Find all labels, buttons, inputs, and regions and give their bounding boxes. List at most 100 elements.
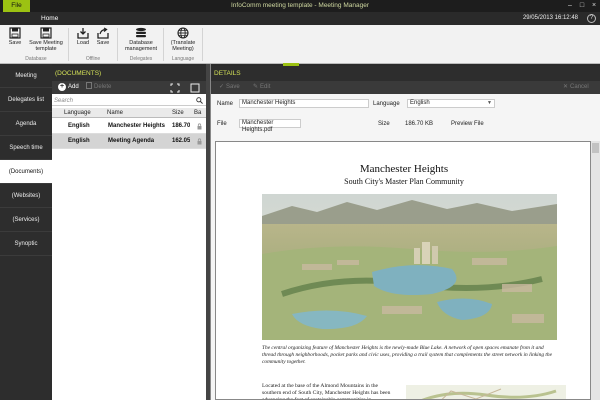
scrollbar-thumb[interactable] — [592, 143, 599, 153]
window-icon[interactable] — [190, 82, 202, 93]
ribbon: Save Save Meeting template Load Save Dat… — [0, 25, 600, 64]
map-thumbnail-image — [406, 385, 566, 399]
menu-bar: Home 29/05/2013 16:12:48 ? — [0, 12, 600, 25]
group-delegates-label: Delegates — [129, 56, 153, 62]
cancel-icon: ✕ — [563, 84, 569, 90]
ribbon-separator — [68, 28, 69, 61]
offline-save-button[interactable]: Save — [93, 27, 113, 46]
cancel-details-button[interactable]: ✕ Cancel — [563, 82, 589, 93]
details-toolbar: ✓ Save ✎ Edit ✕ Cancel — [211, 81, 600, 94]
db-mgmt-label: Database management — [124, 40, 158, 52]
add-document-button[interactable]: + Add — [58, 82, 79, 93]
cell-name: Manchester Heights — [108, 123, 166, 129]
add-icon: + — [58, 83, 66, 91]
column-name[interactable]: Name — [107, 108, 123, 118]
floppy-disk-icon — [9, 27, 21, 39]
cell-language: English — [68, 138, 90, 144]
edit-details-button[interactable]: ✎ Edit — [253, 82, 270, 93]
sidebar-item-agenda[interactable]: Agenda — [0, 112, 52, 136]
cell-language: English — [68, 123, 90, 129]
help-icon[interactable]: ? — [587, 14, 596, 23]
save-template-label: Save Meeting template — [29, 40, 63, 52]
delete-document-button[interactable]: Delete — [86, 82, 111, 93]
preview-scrollbar[interactable] — [591, 141, 600, 400]
export-icon — [97, 27, 109, 39]
fullscreen-icon[interactable] — [170, 82, 182, 93]
minimize-icon[interactable]: – — [566, 2, 574, 10]
search-input[interactable]: Search — [52, 96, 206, 106]
sidebar-item-services[interactable]: (Services) — [0, 208, 52, 232]
preview-file-link[interactable]: Preview File — [451, 121, 484, 127]
details-save-label: Save — [226, 84, 240, 90]
delete-label: Delete — [94, 84, 112, 90]
file-tab[interactable]: File — [3, 0, 30, 12]
tab-home[interactable]: Home — [34, 12, 65, 25]
file-field[interactable]: Manchester Heights.pdf — [239, 119, 301, 133]
lock-icon — [197, 123, 202, 130]
sidebar-item-meeting[interactable]: Meeting — [0, 64, 52, 88]
documents-panel: (DOCUMENTS) + Add Delete Search Language … — [52, 66, 206, 400]
document-preview[interactable]: Manchester Heights South City's Master P… — [215, 141, 591, 400]
file-label: File — [217, 121, 227, 127]
cell-name: Meeting Agenda — [108, 138, 155, 144]
globe-icon — [177, 27, 189, 39]
window-title: InfoComm meeting template - Meeting Mana… — [230, 2, 369, 9]
preview-body: Located at the base of the Almond Mounta… — [262, 383, 391, 400]
documents-toolbar: + Add Delete — [52, 81, 206, 94]
sidebar-item-delegates-list[interactable]: Delegates list — [0, 88, 52, 112]
ribbon-separator — [163, 28, 164, 61]
sidebar-item-synoptic[interactable]: Synoptic — [0, 232, 52, 256]
chevron-down-icon: ▼ — [487, 100, 492, 106]
save2-label: Save — [96, 40, 110, 46]
edit-icon: ✎ — [253, 84, 259, 90]
save-meeting-template-button[interactable]: Save Meeting template — [27, 27, 65, 52]
title-bar: File InfoComm meeting template - Meeting… — [0, 0, 600, 12]
lock-icon — [197, 138, 202, 145]
documents-header: (DOCUMENTS) — [52, 66, 206, 81]
table-header: Language Name Size Ba — [52, 108, 206, 118]
preview-subtitle: South City's Master Plan Community — [344, 177, 464, 186]
size-label: Size — [378, 121, 390, 127]
group-language-label: Language — [171, 56, 195, 62]
save-details-button[interactable]: ✓ Save — [219, 82, 240, 93]
preview-title: Manchester Heights — [359, 163, 449, 175]
name-field[interactable]: Manchester Heights — [239, 99, 369, 108]
group-offline-label: Offline — [85, 56, 101, 62]
ribbon-separator — [117, 28, 118, 61]
save-check-icon: ✓ — [219, 84, 225, 90]
load-button[interactable]: Load — [73, 27, 93, 46]
delete-icon — [86, 82, 92, 89]
column-size[interactable]: Size — [172, 108, 184, 118]
sidebar-item-documents[interactable]: (Documents) — [0, 160, 52, 184]
table-row[interactable]: English Manchester Heights 186.70 — [52, 119, 206, 134]
sidebar-item-websites[interactable]: (Websites) — [0, 184, 52, 208]
translate-label: (Translate Meeting) — [170, 40, 196, 52]
cell-size: 162.05 — [172, 138, 190, 144]
group-database-label: Database — [25, 56, 47, 62]
preview-caption: The central organizing feature of Manche… — [262, 345, 553, 365]
cell-size: 186.70 — [172, 123, 190, 129]
load-icon — [77, 28, 89, 39]
details-edit-label: Edit — [260, 84, 271, 90]
translate-meeting-button[interactable]: (Translate Meeting) — [167, 27, 199, 52]
add-label: Add — [68, 84, 79, 90]
maximize-icon[interactable]: □ — [578, 2, 586, 10]
close-icon[interactable]: × — [590, 2, 598, 10]
table-row[interactable]: English Meeting Agenda 162.05 — [52, 134, 206, 149]
language-select[interactable]: English ▼ — [407, 99, 495, 108]
search-placeholder: Search — [54, 98, 74, 104]
details-cancel-label: Cancel — [570, 84, 589, 90]
sidebar-item-speech-time[interactable]: Speech time — [0, 136, 52, 160]
column-ba[interactable]: Ba — [194, 108, 201, 118]
size-value: 186.70 KB — [405, 121, 434, 127]
save-button[interactable]: Save — [5, 27, 25, 46]
details-header: DETAILS — [211, 66, 600, 81]
load-label: Load — [76, 40, 90, 46]
database-management-button[interactable]: Database management — [123, 27, 159, 52]
aerial-rendering-image — [262, 194, 557, 340]
search-icon — [196, 97, 203, 104]
save-label: Save — [8, 40, 22, 46]
database-icon — [136, 27, 146, 38]
column-language[interactable]: Language — [64, 108, 91, 118]
name-label: Name — [217, 101, 234, 107]
